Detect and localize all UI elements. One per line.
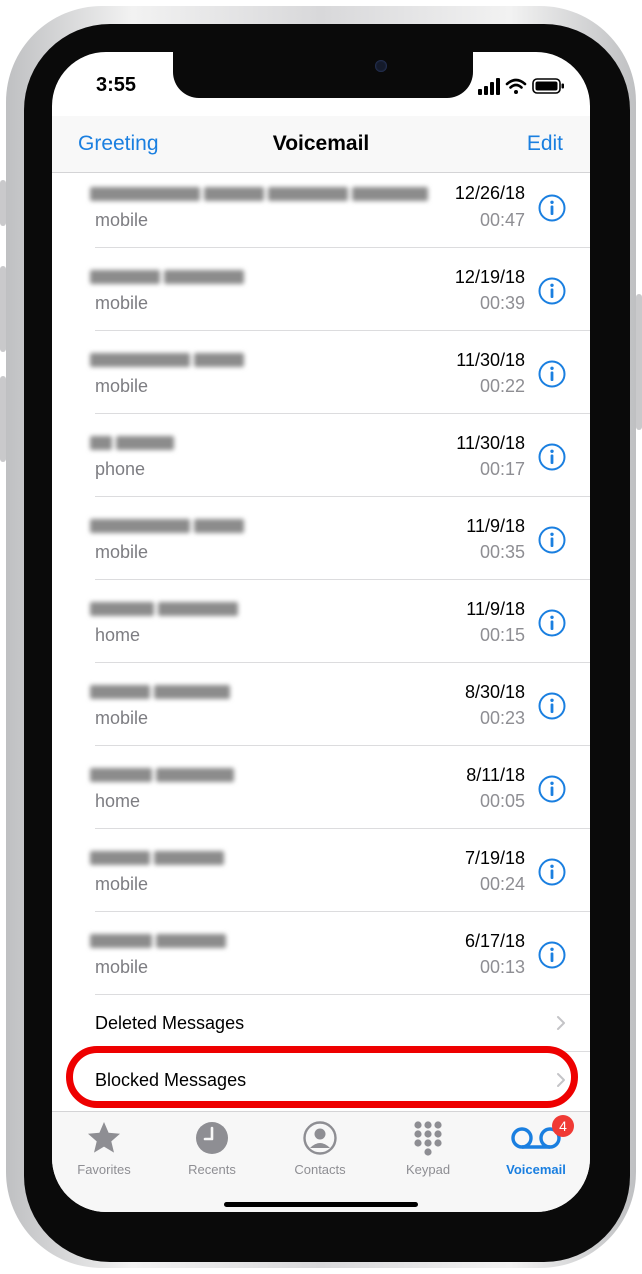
side-button-volume-up xyxy=(0,266,6,352)
caller-name-redacted xyxy=(90,430,178,456)
info-icon[interactable] xyxy=(538,941,566,969)
info-icon[interactable] xyxy=(538,775,566,803)
tab-bar: Favorites Recents Contacts Keypad Voicem… xyxy=(52,1111,590,1212)
tab-keypad[interactable]: Keypad xyxy=(383,1120,473,1180)
voicemail-date: 11/30/18 xyxy=(456,350,525,370)
side-button-power xyxy=(636,294,642,430)
voicemail-type: mobile xyxy=(95,874,149,894)
voicemail-row[interactable]: mobile 12/19/18 00:39 xyxy=(52,248,590,331)
voicemail-date: 6/17/18 xyxy=(464,931,525,951)
voicemail-row[interactable]: home 8/11/18 00:05 xyxy=(52,746,590,829)
voicemail-duration: 00:24 xyxy=(479,874,525,894)
cellular-signal-icon xyxy=(478,78,500,95)
camera-icon xyxy=(375,60,387,72)
voicemail-duration: 00:47 xyxy=(479,210,525,230)
voicemail-row[interactable]: phone 11/30/18 00:17 xyxy=(52,414,590,497)
keypad-icon xyxy=(414,1121,442,1156)
caller-name-redacted xyxy=(90,347,248,373)
chevron-right-icon xyxy=(557,1073,565,1087)
status-icons xyxy=(478,78,564,95)
voicemail-type: mobile xyxy=(95,376,149,396)
caller-name-redacted xyxy=(90,845,228,871)
voicemail-duration: 00:13 xyxy=(479,957,525,977)
voicemail-row[interactable]: mobile 6/17/18 00:13 xyxy=(52,912,590,995)
voicemail-duration: 00:23 xyxy=(479,708,525,728)
voicemail-date: 8/30/18 xyxy=(464,682,525,702)
side-button-volume-down xyxy=(0,376,6,462)
tab-contacts[interactable]: Contacts xyxy=(275,1120,365,1180)
voicemail-duration: 00:22 xyxy=(479,376,525,396)
info-icon[interactable] xyxy=(538,526,566,554)
voicemail-row[interactable]: home 11/9/18 00:15 xyxy=(52,580,590,663)
voicemail-date: 11/9/18 xyxy=(466,599,525,619)
blocked-messages-label: Blocked Messages xyxy=(95,1070,247,1090)
voicemail-type: home xyxy=(95,791,141,811)
tab-label: Contacts xyxy=(294,1162,346,1177)
voicemail-date: 12/26/18 xyxy=(454,183,525,203)
tab-label: Favorites xyxy=(77,1162,131,1177)
voicemail-type: mobile xyxy=(95,957,149,977)
caller-name-redacted xyxy=(90,181,432,207)
voicemail-row[interactable]: mobile 11/9/18 00:35 xyxy=(52,497,590,580)
wifi-icon xyxy=(505,78,527,94)
caller-name-redacted xyxy=(90,596,242,622)
star-icon xyxy=(88,1122,120,1153)
tab-label: Keypad xyxy=(405,1162,451,1177)
tab-recents[interactable]: Recents xyxy=(167,1120,257,1180)
tab-label: Recents xyxy=(188,1162,236,1177)
nav-bar: Greeting Voicemail Edit xyxy=(52,116,590,172)
person-icon xyxy=(303,1121,337,1155)
side-button-mute xyxy=(0,180,6,226)
voicemail-date: 12/19/18 xyxy=(454,267,525,287)
voicemail-row[interactable]: mobile 7/19/18 00:24 xyxy=(52,829,590,912)
greeting-button[interactable]: Greeting xyxy=(78,132,159,156)
voicemail-duration: 00:05 xyxy=(479,791,525,811)
caller-name-redacted xyxy=(90,928,230,954)
deleted-messages-label: Deleted Messages xyxy=(95,1013,245,1033)
voicemail-row[interactable]: mobile 8/30/18 00:23 xyxy=(52,663,590,746)
status-time: 3:55 xyxy=(96,74,137,96)
voicemail-row[interactable]: mobile 11/30/18 00:22 xyxy=(52,331,590,414)
notch xyxy=(173,52,473,98)
voicemail-duration: 00:17 xyxy=(479,459,525,479)
voicemail-type: mobile xyxy=(95,293,149,313)
info-icon[interactable] xyxy=(538,858,566,886)
info-icon[interactable] xyxy=(538,443,566,471)
tab-label: Voicemail xyxy=(506,1162,566,1177)
voicemail-duration: 00:15 xyxy=(479,625,525,645)
info-icon[interactable] xyxy=(538,609,566,637)
caller-name-redacted xyxy=(90,679,234,705)
info-icon[interactable] xyxy=(538,194,566,222)
caller-name-redacted xyxy=(90,264,248,290)
voicemail-row[interactable]: mobile 12/26/18 00:47 xyxy=(52,173,590,248)
screen: 3:55 Greeting Voicemail Edit mobile 12/2… xyxy=(52,52,590,1212)
voicemail-list: mobile 12/26/18 00:47 mobile 12/19/18 00… xyxy=(52,173,590,1109)
tab-favorites[interactable]: Favorites xyxy=(59,1120,149,1180)
voicemail-type: mobile xyxy=(95,708,149,728)
voicemail-duration: 00:35 xyxy=(479,542,525,562)
voicemail-date: 11/30/18 xyxy=(456,433,525,453)
chevron-right-icon xyxy=(557,1016,565,1030)
info-icon[interactable] xyxy=(538,277,566,305)
caller-name-redacted xyxy=(90,513,248,539)
clock-icon xyxy=(196,1122,228,1154)
voicemail-type: phone xyxy=(95,459,146,479)
voicemail-type: mobile xyxy=(95,542,149,562)
voicemail-type: mobile xyxy=(95,210,149,230)
caller-name-redacted xyxy=(90,762,238,788)
voicemail-date: 7/19/18 xyxy=(464,848,525,868)
voicemail-duration: 00:39 xyxy=(479,293,525,313)
voicemail-badge: 4 xyxy=(552,1115,574,1137)
info-icon[interactable] xyxy=(538,360,566,388)
edit-button[interactable]: Edit xyxy=(527,132,563,156)
voicemail-type: home xyxy=(95,625,141,645)
info-icon[interactable] xyxy=(538,692,566,720)
deleted-messages-row[interactable]: Deleted Messages xyxy=(52,995,590,1052)
voicemail-date: 11/9/18 xyxy=(466,516,525,536)
voicemail-date: 8/11/18 xyxy=(466,765,525,785)
battery-icon xyxy=(532,78,564,94)
blocked-messages-row[interactable]: Blocked Messages xyxy=(52,1052,590,1109)
home-indicator[interactable] xyxy=(224,1202,418,1207)
